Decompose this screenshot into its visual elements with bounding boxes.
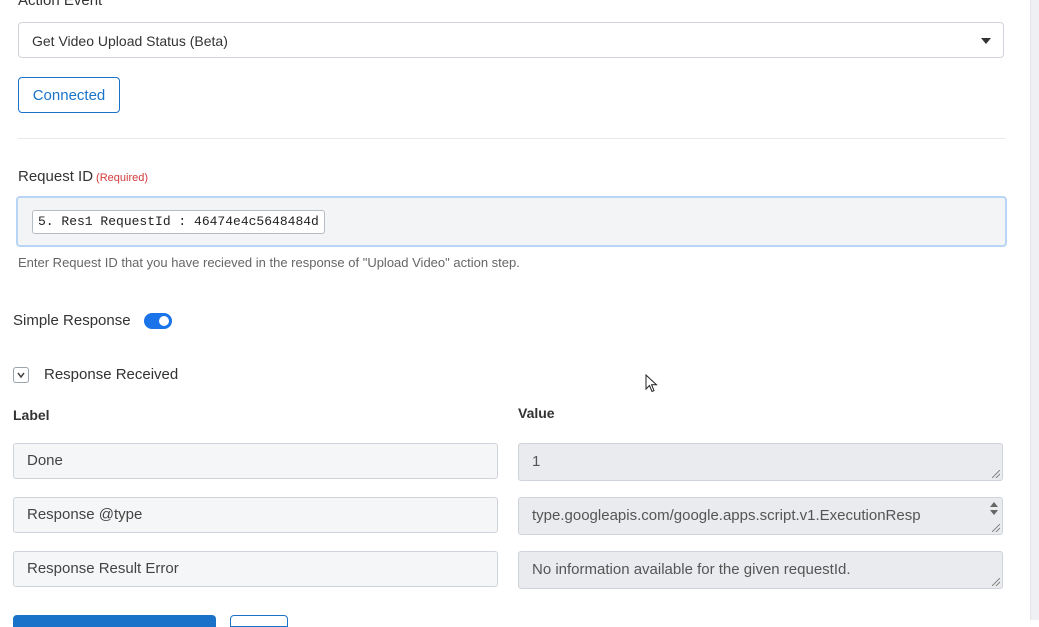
row-value-field[interactable]: No information available for the given r… bbox=[518, 551, 1003, 589]
toggle-knob bbox=[159, 316, 169, 326]
simple-response-label: Simple Response bbox=[13, 312, 131, 329]
request-id-token-chip[interactable]: 5. Res1 RequestId : 46474e4c5648484d bbox=[32, 210, 325, 234]
value-column-header: Value bbox=[518, 405, 555, 421]
resize-handle-icon[interactable] bbox=[992, 470, 1000, 478]
request-id-help-text: Enter Request ID that you have recieved … bbox=[18, 255, 520, 270]
scrollbar[interactable] bbox=[1030, 0, 1039, 620]
secondary-button[interactable] bbox=[230, 615, 288, 627]
primary-button[interactable] bbox=[13, 615, 216, 627]
row-value-text: No information available for the given r… bbox=[532, 561, 851, 578]
action-event-label: Action Event bbox=[18, 0, 103, 9]
simple-response-toggle[interactable] bbox=[144, 313, 172, 329]
connected-button[interactable]: Connected bbox=[18, 77, 120, 113]
action-event-select[interactable]: Get Video Upload Status (Beta) bbox=[18, 22, 1004, 58]
scroll-spinner-icon[interactable] bbox=[989, 501, 999, 515]
section-divider bbox=[18, 138, 1005, 139]
row-value-text: type.googleapis.com/google.apps.script.v… bbox=[532, 507, 921, 524]
response-received-label[interactable]: Response Received bbox=[44, 366, 178, 383]
mouse-cursor-icon bbox=[645, 374, 658, 393]
caret-down-icon[interactable] bbox=[981, 38, 991, 44]
action-event-selected-value: Get Video Upload Status (Beta) bbox=[32, 33, 228, 49]
request-id-label-row: Request ID (Required) bbox=[18, 168, 148, 185]
row-label-field[interactable]: Response Result Error bbox=[13, 551, 498, 587]
request-id-input[interactable]: 5. Res1 RequestId : 46474e4c5648484d bbox=[16, 196, 1007, 247]
required-badge: (Required) bbox=[96, 172, 149, 184]
chevron-down-icon[interactable] bbox=[13, 367, 29, 383]
label-column-header: Label bbox=[13, 407, 50, 423]
resize-handle-icon[interactable] bbox=[992, 524, 1000, 532]
row-value-field[interactable]: type.googleapis.com/google.apps.script.v… bbox=[518, 497, 1003, 535]
resize-handle-icon[interactable] bbox=[992, 578, 1000, 586]
row-label-field[interactable]: Done bbox=[13, 443, 498, 479]
row-value-text: 1 bbox=[532, 453, 541, 470]
request-id-label: Request ID bbox=[18, 168, 94, 185]
row-label-field[interactable]: Response @type bbox=[13, 497, 498, 533]
row-value-field[interactable]: 1 bbox=[518, 443, 1003, 481]
